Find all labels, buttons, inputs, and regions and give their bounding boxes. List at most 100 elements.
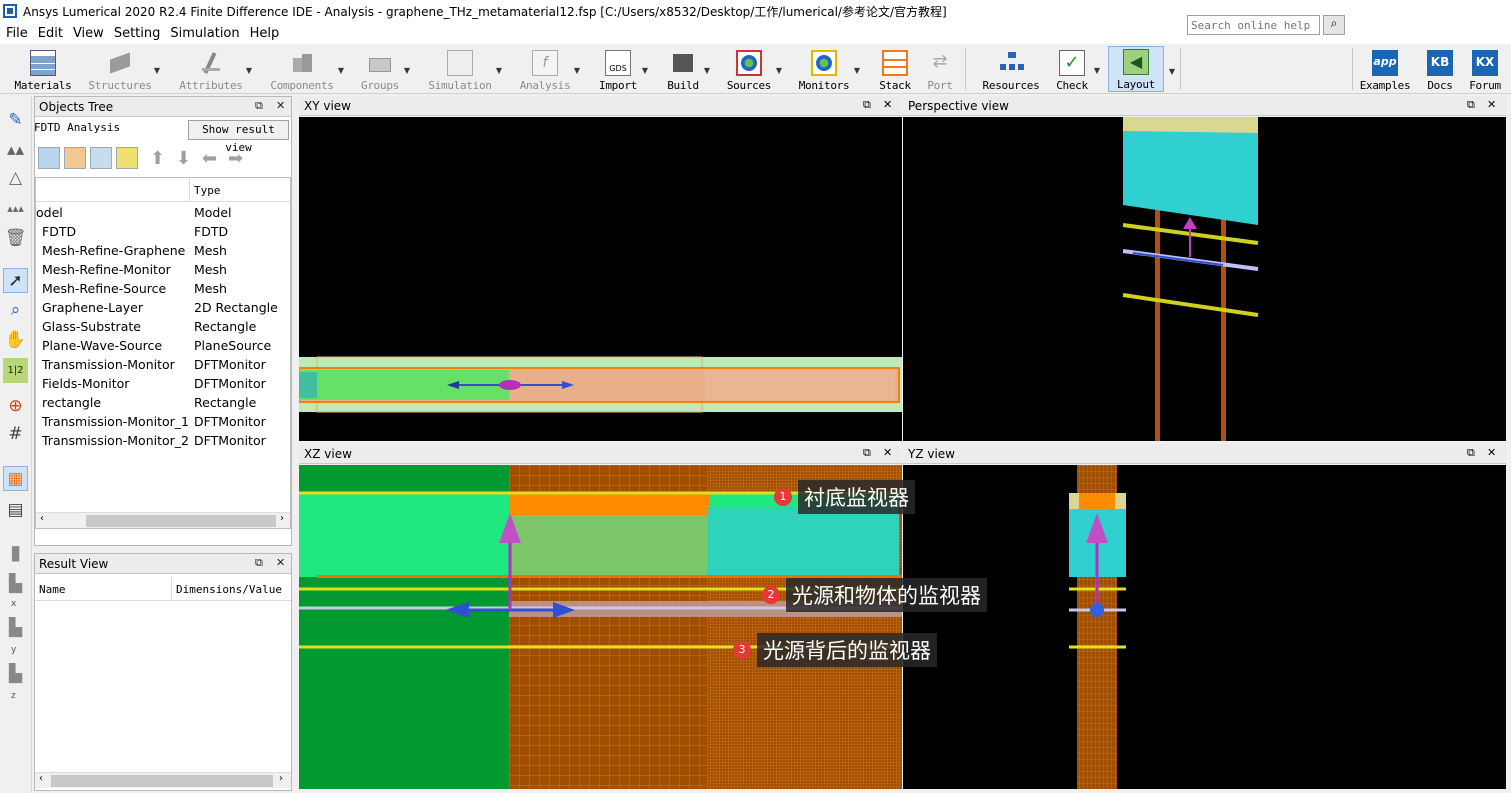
calculator-icon[interactable]: ▤ <box>3 498 28 523</box>
scroll-right-icon[interactable]: › <box>280 513 284 524</box>
add-mesh-icon[interactable] <box>64 147 86 169</box>
x-slider-icon[interactable]: ▮ <box>3 540 28 565</box>
forum-button[interactable]: KX Forum <box>1468 46 1502 92</box>
edit-pencil-icon[interactable]: ✎ <box>3 108 28 133</box>
close-icon[interactable]: ✕ <box>1487 98 1496 111</box>
float-icon[interactable]: ⧉ <box>1467 446 1475 460</box>
simulation-dropdown-icon[interactable]: ▼ <box>496 66 502 75</box>
result-horizontal-scrollbar[interactable]: ‹ › <box>35 772 291 788</box>
zoom-extent-icon[interactable]: ⊕ <box>3 394 28 419</box>
objects-horizontal-scrollbar[interactable]: ‹ › <box>36 512 290 528</box>
close-icon[interactable]: ✕ <box>276 556 285 569</box>
object-row[interactable]: Plane-Wave-Source PlaneSource <box>36 337 290 356</box>
scroll-left-icon[interactable]: ‹ <box>39 773 43 784</box>
many-triangles-icon[interactable]: ▴▴▴ <box>3 196 28 221</box>
add-source-icon[interactable] <box>116 147 138 169</box>
menu-edit[interactable]: Edit <box>38 26 63 41</box>
mesh-view-icon[interactable]: ▦ <box>3 466 28 491</box>
grid-axis-icon[interactable]: # <box>3 422 28 447</box>
menu-setting[interactable]: Setting <box>114 26 161 41</box>
search-icon[interactable]: ⌕ <box>1323 15 1345 35</box>
yz-view-canvas[interactable] <box>903 465 1506 789</box>
object-row[interactable]: FDTD FDTD <box>36 223 290 242</box>
groups-button[interactable]: Groups ▼ <box>360 46 410 92</box>
sources-dropdown-icon[interactable]: ▼ <box>776 66 782 75</box>
build-button[interactable]: Build ▼ <box>666 46 710 92</box>
menu-simulation[interactable]: Simulation <box>170 26 239 41</box>
components-button[interactable]: Components ▼ <box>270 46 344 92</box>
object-row[interactable]: Mesh-Refine-Source Mesh <box>36 280 290 299</box>
zoom-icon[interactable]: ⌕ <box>3 298 28 323</box>
move-up-icon[interactable]: ⬆ <box>150 148 165 169</box>
move-right-icon[interactable]: ➡ <box>228 148 243 169</box>
close-icon[interactable]: ✕ <box>883 98 892 111</box>
object-row[interactable]: Graphene-Layer 2D Rectangle <box>36 299 290 318</box>
simulation-button[interactable]: Simulation ▼ <box>428 46 502 92</box>
resources-button[interactable]: Resources <box>982 46 1040 92</box>
groups-dropdown-icon[interactable]: ▼ <box>404 66 410 75</box>
triangle-icon[interactable]: △ <box>3 166 28 191</box>
float-icon[interactable]: ⧉ <box>255 99 263 113</box>
monitors-dropdown-icon[interactable]: ▼ <box>854 66 860 75</box>
xy-view-canvas[interactable] <box>299 117 902 441</box>
check-dropdown-icon[interactable]: ▼ <box>1094 66 1100 75</box>
close-icon[interactable]: ✕ <box>276 99 285 112</box>
attributes-dropdown-icon[interactable]: ▼ <box>246 66 252 75</box>
move-left-icon[interactable]: ⬅ <box>202 148 217 169</box>
object-row[interactable]: Transmission-Monitor DFTMonitor <box>36 356 290 375</box>
docs-button[interactable]: KB Docs <box>1424 46 1456 92</box>
x-align-icon[interactable]: ▙ <box>3 572 28 597</box>
search-input[interactable] <box>1187 15 1320 35</box>
port-button[interactable]: ⇄ Port <box>924 46 956 92</box>
float-icon[interactable]: ⧉ <box>255 556 263 570</box>
materials-button[interactable]: Materials <box>14 46 72 92</box>
scroll-right-icon[interactable]: › <box>279 773 283 784</box>
perspective-view-canvas[interactable] <box>903 117 1506 441</box>
float-icon[interactable]: ⧉ <box>863 446 871 460</box>
examples-button[interactable]: app Examples <box>1360 46 1411 92</box>
object-row[interactable]: rectangle Rectangle <box>36 394 290 413</box>
object-row[interactable]: Mesh-Refine-Monitor Mesh <box>36 261 290 280</box>
import-dropdown-icon[interactable]: ▼ <box>642 66 648 75</box>
build-dropdown-icon[interactable]: ▼ <box>704 66 710 75</box>
add-structure-icon[interactable] <box>38 147 60 169</box>
pan-hand-icon[interactable]: ✋ <box>3 328 28 353</box>
scroll-thumb[interactable] <box>51 775 273 787</box>
sources-button[interactable]: Sources ▼ <box>726 46 782 92</box>
monitors-button[interactable]: Monitors ▼ <box>798 46 860 92</box>
close-icon[interactable]: ✕ <box>1487 446 1496 459</box>
small-triangles-icon[interactable]: ▴▴ <box>3 138 28 163</box>
layout-dropdown-icon[interactable]: ▼ <box>1169 67 1175 76</box>
ruler-icon[interactable]: 1|2 <box>3 358 28 383</box>
float-icon[interactable]: ⧉ <box>1467 98 1475 112</box>
analysis-dropdown-icon[interactable]: ▼ <box>574 66 580 75</box>
menu-file[interactable]: File <box>6 26 28 41</box>
components-dropdown-icon[interactable]: ▼ <box>338 66 344 75</box>
check-button[interactable]: ✓ Check ▼ <box>1054 46 1100 92</box>
scroll-left-icon[interactable]: ‹ <box>40 513 44 524</box>
close-icon[interactable]: ✕ <box>883 446 892 459</box>
float-icon[interactable]: ⧉ <box>863 98 871 112</box>
menu-help[interactable]: Help <box>250 26 280 41</box>
structures-button[interactable]: Structures ▼ <box>88 46 160 92</box>
structures-dropdown-icon[interactable]: ▼ <box>154 66 160 75</box>
object-row[interactable]: Transmission-Monitor_2 DFTMonitor <box>36 432 290 451</box>
object-row[interactable]: Mesh-Refine-Graphene Mesh <box>36 242 290 261</box>
scroll-thumb[interactable] <box>86 515 276 527</box>
z-align-icon[interactable]: ▙ <box>3 662 28 687</box>
add-monitor-icon[interactable] <box>90 147 112 169</box>
object-row[interactable]: Transmission-Monitor_1 DFTMonitor <box>36 413 290 432</box>
select-arrow-icon[interactable]: ➚ <box>3 268 28 293</box>
import-button[interactable]: GDS Import ▼ <box>598 46 648 92</box>
delete-icon[interactable]: 🗑 <box>3 226 28 251</box>
menu-view[interactable]: View <box>73 26 104 41</box>
object-row[interactable]: Fields-Monitor DFTMonitor <box>36 375 290 394</box>
y-align-icon[interactable]: ▙ <box>3 616 28 641</box>
analysis-button[interactable]: f Analysis ▼ <box>520 46 580 92</box>
object-row[interactable]: Glass-Substrate Rectangle <box>36 318 290 337</box>
stack-button[interactable]: Stack <box>878 46 912 92</box>
show-result-view-button[interactable]: Show result view <box>188 120 289 154</box>
object-row[interactable]: odel Model <box>36 204 290 223</box>
move-down-icon[interactable]: ⬇ <box>176 148 191 169</box>
attributes-button[interactable]: Attributes ▼ <box>179 46 252 92</box>
